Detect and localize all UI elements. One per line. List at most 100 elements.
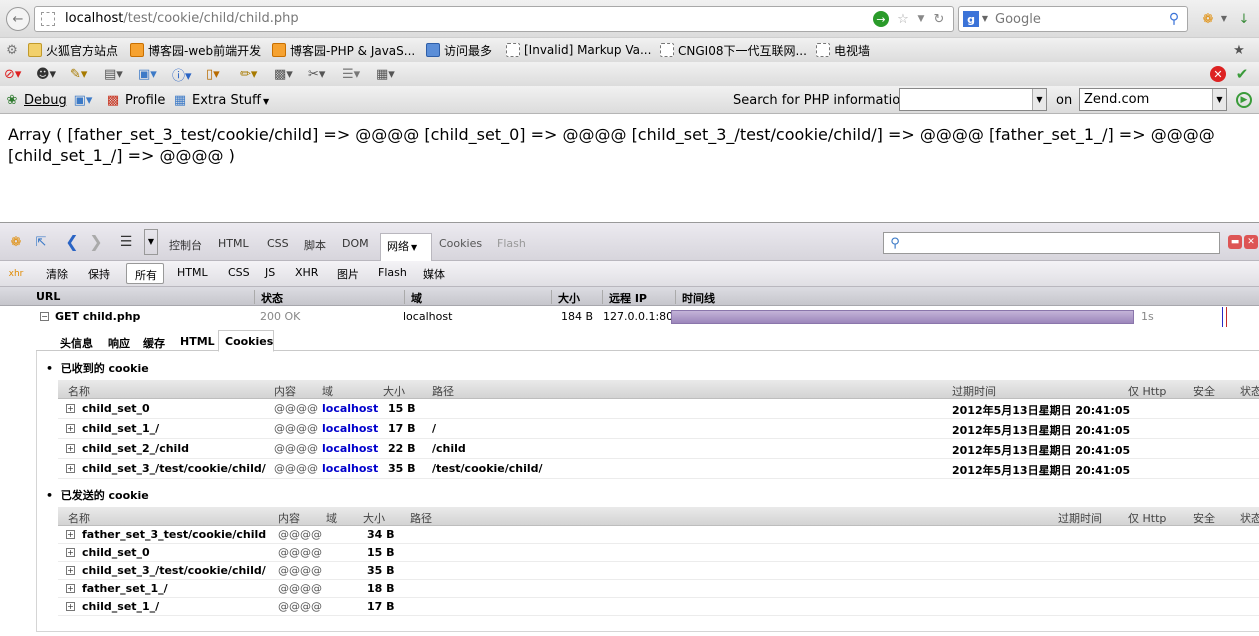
tab-dom[interactable]: DOM	[342, 237, 369, 250]
error-icon[interactable]: ✕	[1210, 66, 1226, 82]
chevron-down-icon[interactable]: ▼	[1220, 9, 1228, 29]
site-identity-icon[interactable]	[41, 12, 55, 26]
chevron-down-icon[interactable]: ▼	[1032, 89, 1046, 110]
column-path[interactable]: 路径	[410, 510, 432, 526]
image-icon[interactable]: ▣▾	[138, 65, 166, 83]
chevron-down-icon[interactable]: ▼	[144, 229, 158, 255]
table-row[interactable]: + child_set_1_/ @@@@ localhost 17 B / 20…	[58, 419, 1259, 439]
column-secure[interactable]: 安全	[1193, 383, 1215, 399]
column-value[interactable]: 内容	[278, 510, 300, 526]
column-state[interactable]: 状态	[1240, 510, 1259, 526]
column-status[interactable]: 状态	[254, 290, 283, 305]
column-expires[interactable]: 过期时间	[952, 383, 996, 399]
search-icon[interactable]: ⚲	[1165, 11, 1183, 27]
tab-script[interactable]: 脚本	[304, 237, 326, 253]
table-row[interactable]: + child_set_3_/test/cookie/child/ @@@@ l…	[58, 459, 1259, 479]
expand-icon[interactable]: +	[66, 584, 75, 593]
tab-response[interactable]: 响应	[108, 335, 130, 351]
debug-button[interactable]: Debug	[24, 93, 67, 108]
table-row[interactable]: + father_set_1_/ @@@@ 18 B	[58, 580, 1259, 598]
expand-icon[interactable]: +	[66, 530, 75, 539]
firebug-icon[interactable]: ❁	[6, 233, 26, 251]
filter-images[interactable]: 图片	[337, 266, 359, 282]
menu-icon[interactable]: ☰	[116, 233, 136, 251]
source-icon[interactable]: ☰▾	[342, 65, 370, 83]
table-row[interactable]: + child_set_2_/child @@@@ localhost 22 B…	[58, 439, 1259, 459]
tab-cache[interactable]: 缓存	[143, 335, 165, 351]
check-icon[interactable]: ✔	[1234, 66, 1250, 82]
forward-icon[interactable]: ❯	[88, 233, 104, 251]
go-icon[interactable]: →	[873, 11, 889, 27]
site-select[interactable]: Zend.com ▼	[1079, 88, 1227, 111]
bookmark-item[interactable]: 博客园-PHP & JavaS...	[272, 41, 415, 59]
options-icon[interactable]: ▦▾	[376, 65, 404, 83]
gear-icon[interactable]: ⚙	[4, 42, 20, 58]
search-box[interactable]: g ▼ Google ⚲	[958, 6, 1188, 32]
disable-icon[interactable]: ⊘▾	[4, 65, 32, 83]
minimize-icon[interactable]: ▬	[1228, 235, 1242, 249]
clear-button[interactable]: 清除	[46, 266, 68, 282]
extra-stuff-menu[interactable]: Extra Stuff ▼	[192, 93, 269, 108]
bookmark-item[interactable]: CNGI08下一代互联网...	[660, 41, 807, 59]
table-row[interactable]: + child_set_0 @@@@ localhost 15 B 2012年5…	[58, 399, 1259, 419]
info-icon[interactable]: ⓘ▾	[172, 65, 200, 84]
bookmark-item[interactable]: 火狐官方站点	[28, 41, 118, 59]
back-button[interactable]: ←	[6, 7, 30, 31]
column-timeline[interactable]: 时间线	[675, 290, 715, 305]
column-domain[interactable]: 域	[326, 510, 337, 526]
star-icon[interactable]: ☆	[895, 11, 911, 27]
stamp-icon[interactable]: ▯▾	[206, 65, 234, 83]
column-expires[interactable]: 过期时间	[1058, 510, 1102, 526]
tab-detail-html[interactable]: HTML	[180, 335, 215, 348]
profile-button[interactable]: Profile	[125, 93, 165, 108]
column-name[interactable]: 名称	[68, 383, 90, 399]
column-size[interactable]: 大小	[383, 383, 405, 399]
expand-icon[interactable]: +	[66, 404, 75, 413]
table-row[interactable]: + child_set_3_/test/cookie/child/ @@@@ 3…	[58, 562, 1259, 580]
table-row[interactable]: + father_set_3_test/cookie/child @@@@ 34…	[58, 526, 1259, 544]
column-state[interactable]: 状态	[1240, 383, 1259, 399]
request-row[interactable]: − GET child.php 200 OK localhost 184 B 1…	[28, 307, 1259, 327]
column-url[interactable]: URL	[30, 290, 60, 304]
column-domain[interactable]: 域	[404, 290, 422, 305]
tab-detail-cookies[interactable]: Cookies	[218, 330, 274, 352]
table-row[interactable]: + child_set_1_/ @@@@ 17 B	[58, 598, 1259, 616]
tab-headers[interactable]: 头信息	[60, 335, 93, 351]
reload-icon[interactable]: ↻	[931, 11, 947, 27]
resize-icon[interactable]: ▩▾	[274, 65, 302, 83]
filter-all[interactable]: 所有	[126, 263, 164, 284]
column-httponly[interactable]: 仅 Http	[1128, 510, 1166, 526]
tools-icon[interactable]: ✂▾	[308, 65, 336, 83]
user-icon[interactable]: ☻▾	[36, 65, 64, 83]
firebug-icon[interactable]: ❁	[1198, 9, 1218, 29]
column-remote-ip[interactable]: 远程 IP	[602, 290, 647, 305]
column-secure[interactable]: 安全	[1193, 510, 1215, 526]
column-name[interactable]: 名称	[68, 510, 90, 526]
column-domain[interactable]: 域	[322, 383, 333, 399]
close-icon[interactable]: ✕	[1244, 235, 1258, 249]
inspect-icon[interactable]: ⇱	[32, 233, 50, 251]
bookmark-item[interactable]: [Invalid] Markup Va...	[506, 41, 651, 59]
column-size[interactable]: 大小	[363, 510, 385, 526]
column-value[interactable]: 内容	[274, 383, 296, 399]
monitor-icon[interactable]: ▣▾	[70, 92, 96, 108]
chevron-down-icon[interactable]: ▼	[981, 11, 989, 27]
filter-css[interactable]: CSS	[228, 266, 250, 279]
column-path[interactable]: 路径	[432, 383, 454, 399]
filter-flash[interactable]: Flash	[378, 266, 407, 279]
tab-net[interactable]: 网络 ▼	[380, 233, 432, 261]
collapse-icon[interactable]: −	[40, 312, 49, 321]
table-row[interactable]: + child_set_0 @@@@ 15 B	[58, 544, 1259, 562]
bookmark-item[interactable]: 电视墙	[816, 41, 870, 59]
pencil-icon[interactable]: ✎▾	[70, 65, 98, 83]
php-search-input[interactable]: ▼	[899, 88, 1047, 111]
filter-html[interactable]: HTML	[177, 266, 208, 279]
persist-button[interactable]: 保持	[88, 266, 110, 282]
expand-icon[interactable]: +	[66, 548, 75, 557]
chevron-down-icon[interactable]: ▼	[1212, 89, 1226, 110]
chevron-down-icon[interactable]: ▼	[915, 11, 927, 27]
firebug-search-input[interactable]: ⚲	[883, 232, 1220, 254]
go-icon[interactable]: ▶	[1236, 92, 1252, 108]
tab-console[interactable]: 控制台	[169, 237, 202, 253]
star-icon[interactable]: ★	[1230, 41, 1248, 59]
